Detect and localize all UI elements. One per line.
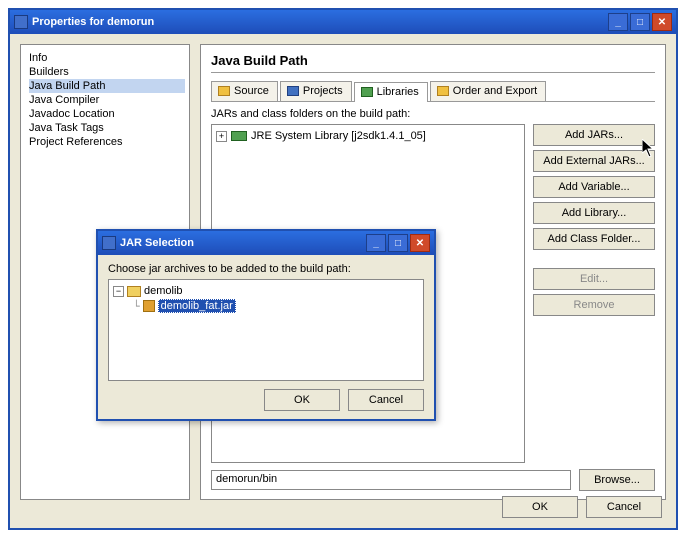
cancel-button[interactable]: Cancel	[586, 496, 662, 518]
maximize-button[interactable]: □	[630, 13, 650, 31]
tree-folder-demolib[interactable]: − demolib	[113, 284, 419, 298]
dialog-maximize-button[interactable]: □	[388, 234, 408, 252]
nav-item-info[interactable]: Info	[29, 51, 185, 65]
dialog-cancel-button[interactable]: Cancel	[348, 389, 424, 411]
dialog-tree[interactable]: − demolib └ demolib_fat.jar	[108, 279, 424, 381]
titlebar[interactable]: Properties for demorun _ □ ✕	[10, 10, 676, 34]
projects-icon	[287, 86, 299, 96]
app-icon	[102, 236, 116, 250]
dialog-title: JAR Selection	[120, 237, 194, 249]
tree-file-demolib-fat[interactable]: └ demolib_fat.jar	[133, 298, 419, 314]
library-icon	[231, 131, 247, 141]
order-icon	[437, 86, 449, 96]
minimize-button[interactable]: _	[608, 13, 628, 31]
dialog-ok-button[interactable]: OK	[264, 389, 340, 411]
add-variable-button[interactable]: Add Variable...	[533, 176, 655, 198]
remove-button: Remove	[533, 294, 655, 316]
collapse-icon[interactable]: −	[113, 286, 124, 297]
dialog-prompt: Choose jar archives to be added to the b…	[108, 263, 424, 275]
nav-item-builders[interactable]: Builders	[29, 65, 185, 79]
add-jars-button[interactable]: Add JARs...	[533, 124, 655, 146]
folder-icon	[218, 86, 230, 96]
libraries-icon	[361, 87, 373, 97]
window-title: Properties for demorun	[32, 16, 154, 28]
tab-projects[interactable]: Projects	[280, 81, 352, 101]
tab-order-export[interactable]: Order and Export	[430, 81, 546, 101]
nav-item-project-references[interactable]: Project References	[29, 135, 185, 149]
output-folder-field[interactable]: demorun/bin	[211, 470, 571, 490]
ok-button[interactable]: OK	[502, 496, 578, 518]
dialog-minimize-button[interactable]: _	[366, 234, 386, 252]
dialog-close-button[interactable]: ✕	[410, 234, 430, 252]
tab-source[interactable]: Source	[211, 81, 278, 101]
panel-title: Java Build Path	[211, 53, 655, 68]
nav-item-javadoc-location[interactable]: Javadoc Location	[29, 107, 185, 121]
edit-button: Edit...	[533, 268, 655, 290]
dialog-titlebar[interactable]: JAR Selection _ □ ✕	[98, 231, 434, 255]
app-icon	[14, 15, 28, 29]
expand-icon[interactable]: +	[216, 131, 227, 142]
section-label: JARs and class folders on the build path…	[211, 108, 655, 120]
button-column: Add JARs... Add External JARs... Add Var…	[533, 124, 655, 463]
nav-item-java-build-path[interactable]: Java Build Path	[29, 79, 185, 93]
jar-icon	[143, 300, 155, 312]
tree-item-jre[interactable]: + JRE System Library [j2sdk1.4.1_05]	[216, 129, 520, 143]
add-class-folder-button[interactable]: Add Class Folder...	[533, 228, 655, 250]
browse-button[interactable]: Browse...	[579, 469, 655, 491]
folder-icon	[127, 286, 141, 297]
nav-item-java-compiler[interactable]: Java Compiler	[29, 93, 185, 107]
add-library-button[interactable]: Add Library...	[533, 202, 655, 224]
tab-libraries[interactable]: Libraries	[354, 82, 428, 102]
nav-item-java-task-tags[interactable]: Java Task Tags	[29, 121, 185, 135]
tab-bar: Source Projects Libraries Order and Expo…	[211, 81, 655, 102]
add-external-jars-button[interactable]: Add External JARs...	[533, 150, 655, 172]
close-button[interactable]: ✕	[652, 13, 672, 31]
jar-selection-dialog: JAR Selection _ □ ✕ Choose jar archives …	[96, 229, 436, 421]
